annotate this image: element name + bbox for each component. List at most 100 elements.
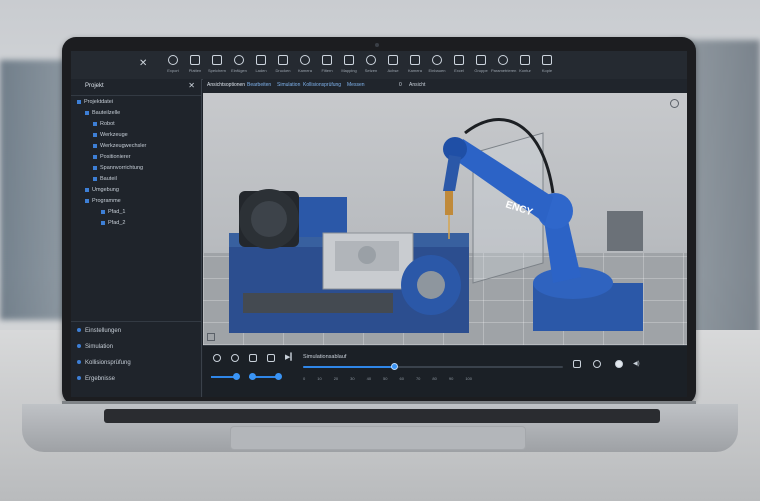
settings-gear-icon[interactable] — [615, 360, 623, 368]
tree-item[interactable]: Pfad_1 — [101, 209, 125, 215]
toolbar-tool-4[interactable]: Laden — [249, 55, 273, 73]
tree-item-label: Werkzeugwechsler — [100, 143, 147, 149]
tool-icon — [432, 55, 442, 65]
tree-node-icon — [93, 121, 97, 126]
toolbar-tool-3[interactable]: Einfügen — [227, 55, 251, 73]
toolbar-tool-13[interactable]: Excel — [447, 55, 471, 73]
timeline-track[interactable] — [303, 363, 563, 370]
view-count: 0 — [399, 82, 402, 88]
camera-follow-icon[interactable] — [593, 360, 601, 368]
view-label[interactable]: Ansicht — [409, 82, 425, 88]
tool-label: Achse — [387, 68, 399, 73]
toolbar-tool-1[interactable]: Platten — [183, 55, 207, 73]
tool-icon — [476, 55, 486, 65]
3d-viewport[interactable]: ENCY — [203, 93, 687, 345]
tree-item[interactable]: Pfad_2 — [101, 220, 125, 226]
tool-icon — [454, 55, 464, 65]
tree-node-icon — [93, 165, 97, 170]
tab-simulation[interactable]: Simulation — [277, 82, 300, 88]
tab-measure[interactable]: Messen — [347, 82, 365, 88]
tool-icon — [300, 55, 310, 65]
tree-item[interactable]: Robot — [93, 121, 115, 127]
tree-node-icon — [101, 220, 105, 225]
tree-item-label: Werkzeuge — [100, 132, 128, 138]
speed-slider-2[interactable] — [249, 373, 282, 380]
tree-item-label: Bauteilzelle — [92, 110, 121, 116]
tool-label: Parametrieren — [491, 68, 517, 73]
tab-collision[interactable]: Kollisionsprüfung — [303, 82, 341, 88]
toolbar-tool-12[interactable]: Einbauen — [425, 55, 449, 73]
tree-item[interactable]: Umgebung — [85, 187, 119, 193]
toolbar-tool-15[interactable]: Parametrieren — [491, 55, 517, 73]
sidebar-header: Projekt ✕ — [71, 79, 201, 96]
record-icon[interactable] — [213, 354, 221, 362]
play-icon[interactable]: ▶▎ — [285, 354, 296, 362]
spindle-motor — [299, 197, 347, 237]
step-forward-icon[interactable] — [267, 354, 275, 362]
toolbar-tool-10[interactable]: Achse — [381, 55, 405, 73]
tool-label: Einbauen — [428, 68, 446, 73]
tab-view-options[interactable]: Ansichtsoptionen — [207, 82, 245, 88]
viewport-settings-icon[interactable] — [670, 99, 679, 108]
toolbar-tool-9[interactable]: Setzen — [359, 55, 383, 73]
tree-node-icon — [85, 110, 89, 115]
tree-item[interactable]: Bauteil — [93, 176, 117, 182]
speed-knob-2[interactable] — [249, 373, 256, 380]
toolbar-tool-14[interactable]: Gruppe — [469, 55, 493, 73]
tree-item[interactable]: Werkzeuge — [93, 132, 128, 138]
background-window — [0, 60, 70, 320]
tree-item-label: Robot — [100, 121, 115, 127]
sidebar-close-icon[interactable]: ✕ — [188, 81, 195, 90]
tree-item-label: Umgebung — [92, 187, 119, 193]
toolbar-tool-2[interactable]: Speichern — [205, 55, 229, 73]
tool-icon — [212, 55, 222, 65]
tree-item[interactable]: Spannvorrichtung — [93, 165, 143, 171]
tool-label: Gruppe — [474, 68, 488, 73]
tab-edit[interactable]: Bearbeiten — [247, 82, 271, 88]
sidebar-item-results[interactable]: Ergebnisse — [77, 376, 115, 382]
tool-label: Kamera — [407, 68, 422, 73]
sidebar-item-simulation[interactable]: Simulation — [77, 344, 113, 350]
tree-item[interactable]: Projektdatei — [77, 99, 113, 105]
speed-knob-1[interactable] — [233, 373, 240, 380]
tree-item-label: Pfad_2 — [108, 220, 126, 226]
loop-icon[interactable] — [573, 360, 581, 368]
tool-label: Kontur — [519, 68, 531, 73]
step-back-icon[interactable] — [249, 354, 257, 362]
volume-icon[interactable]: ◀) — [633, 360, 641, 368]
tool-label: Kopie — [541, 68, 553, 73]
speed-slider-1[interactable] — [211, 373, 240, 380]
timeline-tick: 60 — [399, 376, 404, 381]
toolbar-tool-11[interactable]: Kamera — [403, 55, 427, 73]
tree-item[interactable]: Positionierer — [93, 154, 131, 160]
tool-icon — [410, 55, 420, 65]
tool-label: Laden — [255, 68, 267, 73]
tree-item[interactable]: Werkzeugwechsler — [93, 143, 146, 149]
tree-node-icon — [85, 198, 89, 203]
project-sidebar: Projekt ✕ Projektdatei Bauteilzelle Robot W… — [71, 79, 202, 397]
laptop-screen: ✕ Export Platten Speichern Einfügen Laden Dru… — [71, 51, 687, 397]
toolbar-tool-6[interactable]: Kamera — [293, 55, 317, 73]
workpiece-bore — [358, 246, 376, 264]
tool-label: Einfügen — [231, 68, 247, 73]
sidebar-item-settings[interactable]: Einstellungen — [77, 328, 121, 334]
toolbar-tool-5[interactable]: Drucken — [271, 55, 295, 73]
timeline-tick: 20 — [333, 376, 339, 381]
timeline-tick: 70 — [415, 376, 421, 381]
timeline-tick: 40 — [366, 376, 372, 381]
sidebar-item-collision[interactable]: Kollisionsprüfung — [77, 360, 131, 366]
spindle-hub — [251, 201, 287, 237]
tree-item[interactable]: Bauteilzelle — [85, 110, 120, 116]
robot-cell-scene: ENCY — [229, 118, 643, 333]
toolbar-tool-8[interactable]: Mapping — [337, 55, 361, 73]
toolbar-tool-17[interactable]: Kopie — [535, 55, 559, 73]
tree-item[interactable]: Programme — [85, 198, 121, 204]
close-icon[interactable]: ✕ — [139, 58, 147, 69]
toolbar-tool-0[interactable]: Export — [161, 55, 185, 73]
stop-icon[interactable] — [231, 354, 239, 362]
timeline-handle[interactable] — [391, 363, 398, 370]
speed-knob-3[interactable] — [275, 373, 282, 380]
toolbar-tool-16[interactable]: Kontur — [513, 55, 537, 73]
toolbar-tool-7[interactable]: Filtern — [315, 55, 339, 73]
viewport-axis-icon[interactable] — [207, 333, 215, 341]
